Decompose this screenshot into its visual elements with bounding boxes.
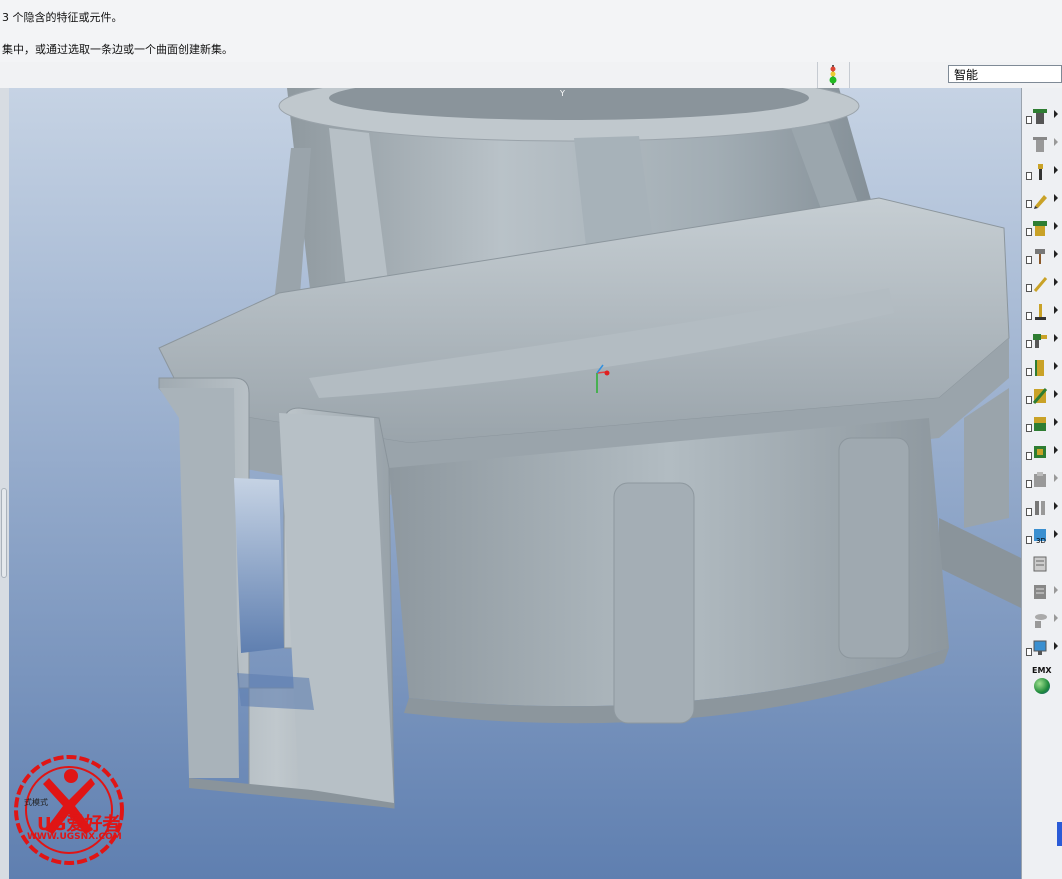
mold-base-tool[interactable] [1026, 216, 1060, 240]
message-line-2: 集中，或通过选取一条边或一个曲面创建新集。 [2, 43, 233, 56]
arrow-right-icon[interactable] [1054, 110, 1058, 118]
side-tab[interactable] [1057, 822, 1062, 846]
edit-tool[interactable] [1026, 272, 1060, 296]
message-area: 3 个隐含的特征或元件。 集中，或通过选取一条边或一个曲面创建新集。 [0, 0, 1062, 63]
doc-icon [1026, 424, 1032, 432]
eye-icon [1032, 611, 1048, 629]
sash-handle[interactable] [1, 488, 7, 578]
svg-text:3D: 3D [1036, 537, 1046, 545]
component-tool[interactable] [1026, 468, 1060, 492]
cooling-tool[interactable] [1026, 440, 1060, 464]
leg-window [234, 478, 284, 653]
datum-plane-icon [1032, 107, 1048, 125]
datum-plane-tool[interactable] [1026, 104, 1060, 128]
doc-icon [1026, 116, 1032, 124]
arrow-right-icon[interactable] [1054, 446, 1058, 454]
part-3d-icon: 3D [1032, 527, 1048, 545]
arrow-right-icon[interactable] [1054, 530, 1058, 538]
svg-text:Y: Y [559, 89, 565, 98]
sketch-tool[interactable] [1026, 188, 1060, 212]
emx-globe-icon[interactable] [1034, 678, 1050, 694]
doc-icon [1026, 172, 1032, 180]
right-toolbar: 3D EMX [1021, 88, 1062, 879]
arrow-right-icon[interactable] [1054, 306, 1058, 314]
arrow-right-icon[interactable] [1054, 334, 1058, 342]
doc-icon [1026, 508, 1032, 516]
arrow-right-icon[interactable] [1054, 474, 1058, 482]
datum-axis-icon [1032, 135, 1048, 153]
doc-icon [1026, 452, 1032, 460]
regen-status-icon[interactable] [828, 65, 838, 85]
graphics-viewport[interactable]: Y 式模式 UG爱好者 WWW.UGSNX.COM [9, 88, 1021, 879]
arrow-right-icon[interactable] [1054, 222, 1058, 230]
arrow-right-icon[interactable] [1054, 138, 1058, 146]
arrow-right-icon[interactable] [1054, 166, 1058, 174]
lifter-tool[interactable] [1026, 384, 1060, 408]
mold-base-icon [1032, 219, 1048, 237]
component-icon [1032, 471, 1048, 489]
arrow-right-icon[interactable] [1054, 278, 1058, 286]
arrow-right-icon[interactable] [1054, 586, 1058, 594]
arrow-right-icon[interactable] [1054, 642, 1058, 650]
sprue-tool[interactable] [1026, 328, 1060, 352]
part-3d-tool[interactable]: 3D [1026, 524, 1060, 548]
arrow-right-icon[interactable] [1054, 390, 1058, 398]
slider-icon [1032, 359, 1048, 377]
doc-icon [1026, 256, 1032, 264]
doc-icon [1026, 228, 1032, 236]
insert-icon [1032, 415, 1048, 433]
doc-icon [1026, 396, 1032, 404]
lifter-icon [1032, 387, 1048, 405]
status-separator [849, 62, 850, 88]
cooling-icon [1032, 443, 1048, 461]
bom-tool[interactable] [1026, 580, 1060, 604]
hammer-icon [1032, 247, 1048, 265]
monitor-icon [1032, 639, 1048, 657]
view-tool[interactable] [1026, 608, 1060, 632]
datum-axis-tool[interactable] [1026, 132, 1060, 156]
arrow-right-icon[interactable] [1054, 362, 1058, 370]
emx-label[interactable]: EMX [1032, 666, 1052, 675]
drawing-icon [1032, 555, 1048, 573]
pin-tool[interactable] [1026, 160, 1060, 184]
doc-icon [1026, 648, 1032, 656]
status-bar: 智能 [0, 62, 1062, 89]
watermark-url: WWW.UGSNX.COM [27, 832, 122, 842]
status-separator [817, 62, 818, 88]
monitor-tool[interactable] [1026, 636, 1060, 660]
doc-icon [1026, 536, 1032, 544]
arrow-right-icon[interactable] [1054, 418, 1058, 426]
doc-icon [1026, 200, 1032, 208]
pencil-icon [1032, 191, 1048, 209]
bom-icon [1032, 583, 1048, 601]
hammer-tool[interactable] [1026, 244, 1060, 268]
drawing-tool[interactable] [1026, 552, 1060, 576]
selection-filter-select[interactable]: 智能 [948, 65, 1062, 83]
doc-icon [1026, 340, 1032, 348]
doc-icon [1026, 480, 1032, 488]
ejector-pin-tool[interactable] [1026, 300, 1060, 324]
bolt-icon [1032, 499, 1048, 517]
watermark-small-text: 式模式 [24, 798, 48, 807]
arrow-right-icon[interactable] [1054, 614, 1058, 622]
insert-tool[interactable] [1026, 412, 1060, 436]
arrow-right-icon[interactable] [1054, 502, 1058, 510]
edit-icon [1032, 275, 1048, 293]
slider-tool[interactable] [1026, 356, 1060, 380]
doc-icon [1026, 284, 1032, 292]
model-view[interactable]: Y [9, 88, 1021, 879]
sprue-icon [1032, 331, 1048, 349]
bolt-tool[interactable] [1026, 496, 1060, 520]
doc-icon [1026, 368, 1032, 376]
doc-icon [1026, 312, 1032, 320]
pin-icon [1032, 163, 1048, 181]
arrow-right-icon[interactable] [1054, 250, 1058, 258]
ejector-pin-icon [1032, 303, 1048, 321]
arrow-right-icon[interactable] [1054, 194, 1058, 202]
message-line-1: 3 个隐含的特征或元件。 [2, 11, 123, 24]
